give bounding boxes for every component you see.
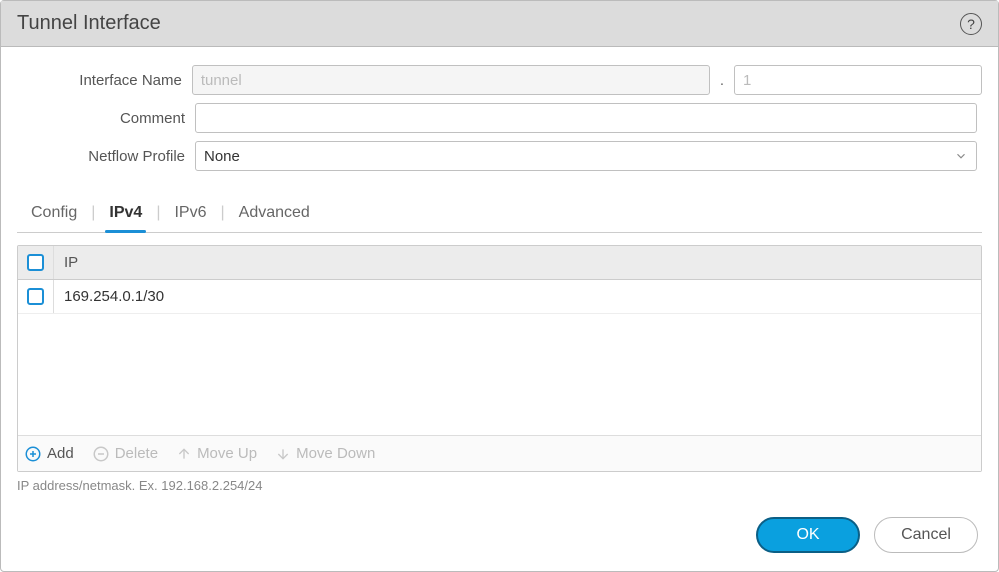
label-interface-name: Interface Name: [17, 72, 192, 89]
tabs: Config | IPv4 | IPv6 | Advanced: [17, 193, 982, 233]
tunnel-interface-dialog: Tunnel Interface ? Interface Name . Comm…: [0, 0, 999, 572]
column-header-ip: IP: [54, 254, 88, 271]
row-checkbox[interactable]: [27, 288, 44, 305]
tab-ipv4[interactable]: IPv4: [95, 204, 156, 232]
dialog-title: Tunnel Interface: [17, 12, 960, 35]
moveup-label: Move Up: [197, 445, 257, 462]
row-ip-value: 169.254.0.1/30: [54, 288, 174, 305]
minus-circle-icon: [92, 445, 110, 463]
hint-text: IP address/netmask. Ex. 192.168.2.254/24: [17, 478, 982, 493]
dialog-footer: OK Cancel: [1, 503, 998, 571]
row-interface-name: Interface Name .: [17, 65, 982, 95]
interface-suffix-input[interactable]: [734, 65, 982, 95]
arrow-down-icon: [275, 446, 291, 462]
dot-separator: .: [718, 72, 726, 89]
arrow-up-icon: [176, 446, 192, 462]
tab-config[interactable]: Config: [17, 204, 91, 232]
help-icon[interactable]: ?: [960, 13, 982, 35]
add-label: Add: [47, 445, 74, 462]
table-header-row: IP: [18, 246, 981, 280]
interface-name-input[interactable]: [192, 65, 710, 95]
select-all-checkbox[interactable]: [27, 254, 44, 271]
dialog-content: Interface Name . Comment Netflow Profile…: [1, 47, 998, 503]
comment-input[interactable]: [195, 103, 977, 133]
chevron-down-icon: [954, 149, 968, 163]
plus-circle-icon: [24, 445, 42, 463]
row-comment: Comment: [17, 103, 982, 133]
label-netflow: Netflow Profile: [17, 148, 195, 165]
netflow-select[interactable]: None: [195, 141, 977, 171]
label-comment: Comment: [17, 110, 195, 127]
move-down-button[interactable]: Move Down: [275, 445, 375, 462]
dialog-titlebar: Tunnel Interface ?: [1, 1, 998, 47]
tab-ipv6[interactable]: IPv6: [160, 204, 220, 232]
form-block: Interface Name . Comment Netflow Profile…: [17, 47, 982, 179]
move-up-button[interactable]: Move Up: [176, 445, 257, 462]
add-button[interactable]: Add: [24, 445, 74, 463]
delete-button[interactable]: Delete: [92, 445, 158, 463]
netflow-value: None: [204, 148, 954, 165]
delete-label: Delete: [115, 445, 158, 462]
movedown-label: Move Down: [296, 445, 375, 462]
table-toolbar: Add Delete Move Up: [18, 435, 981, 471]
table-row[interactable]: 169.254.0.1/30: [18, 280, 981, 314]
table-body: 169.254.0.1/30: [18, 280, 981, 435]
ok-button[interactable]: OK: [756, 517, 860, 553]
ip-table: IP 169.254.0.1/30 Add: [17, 245, 982, 472]
row-netflow: Netflow Profile None: [17, 141, 982, 171]
cancel-button[interactable]: Cancel: [874, 517, 978, 553]
tab-advanced[interactable]: Advanced: [225, 204, 324, 232]
